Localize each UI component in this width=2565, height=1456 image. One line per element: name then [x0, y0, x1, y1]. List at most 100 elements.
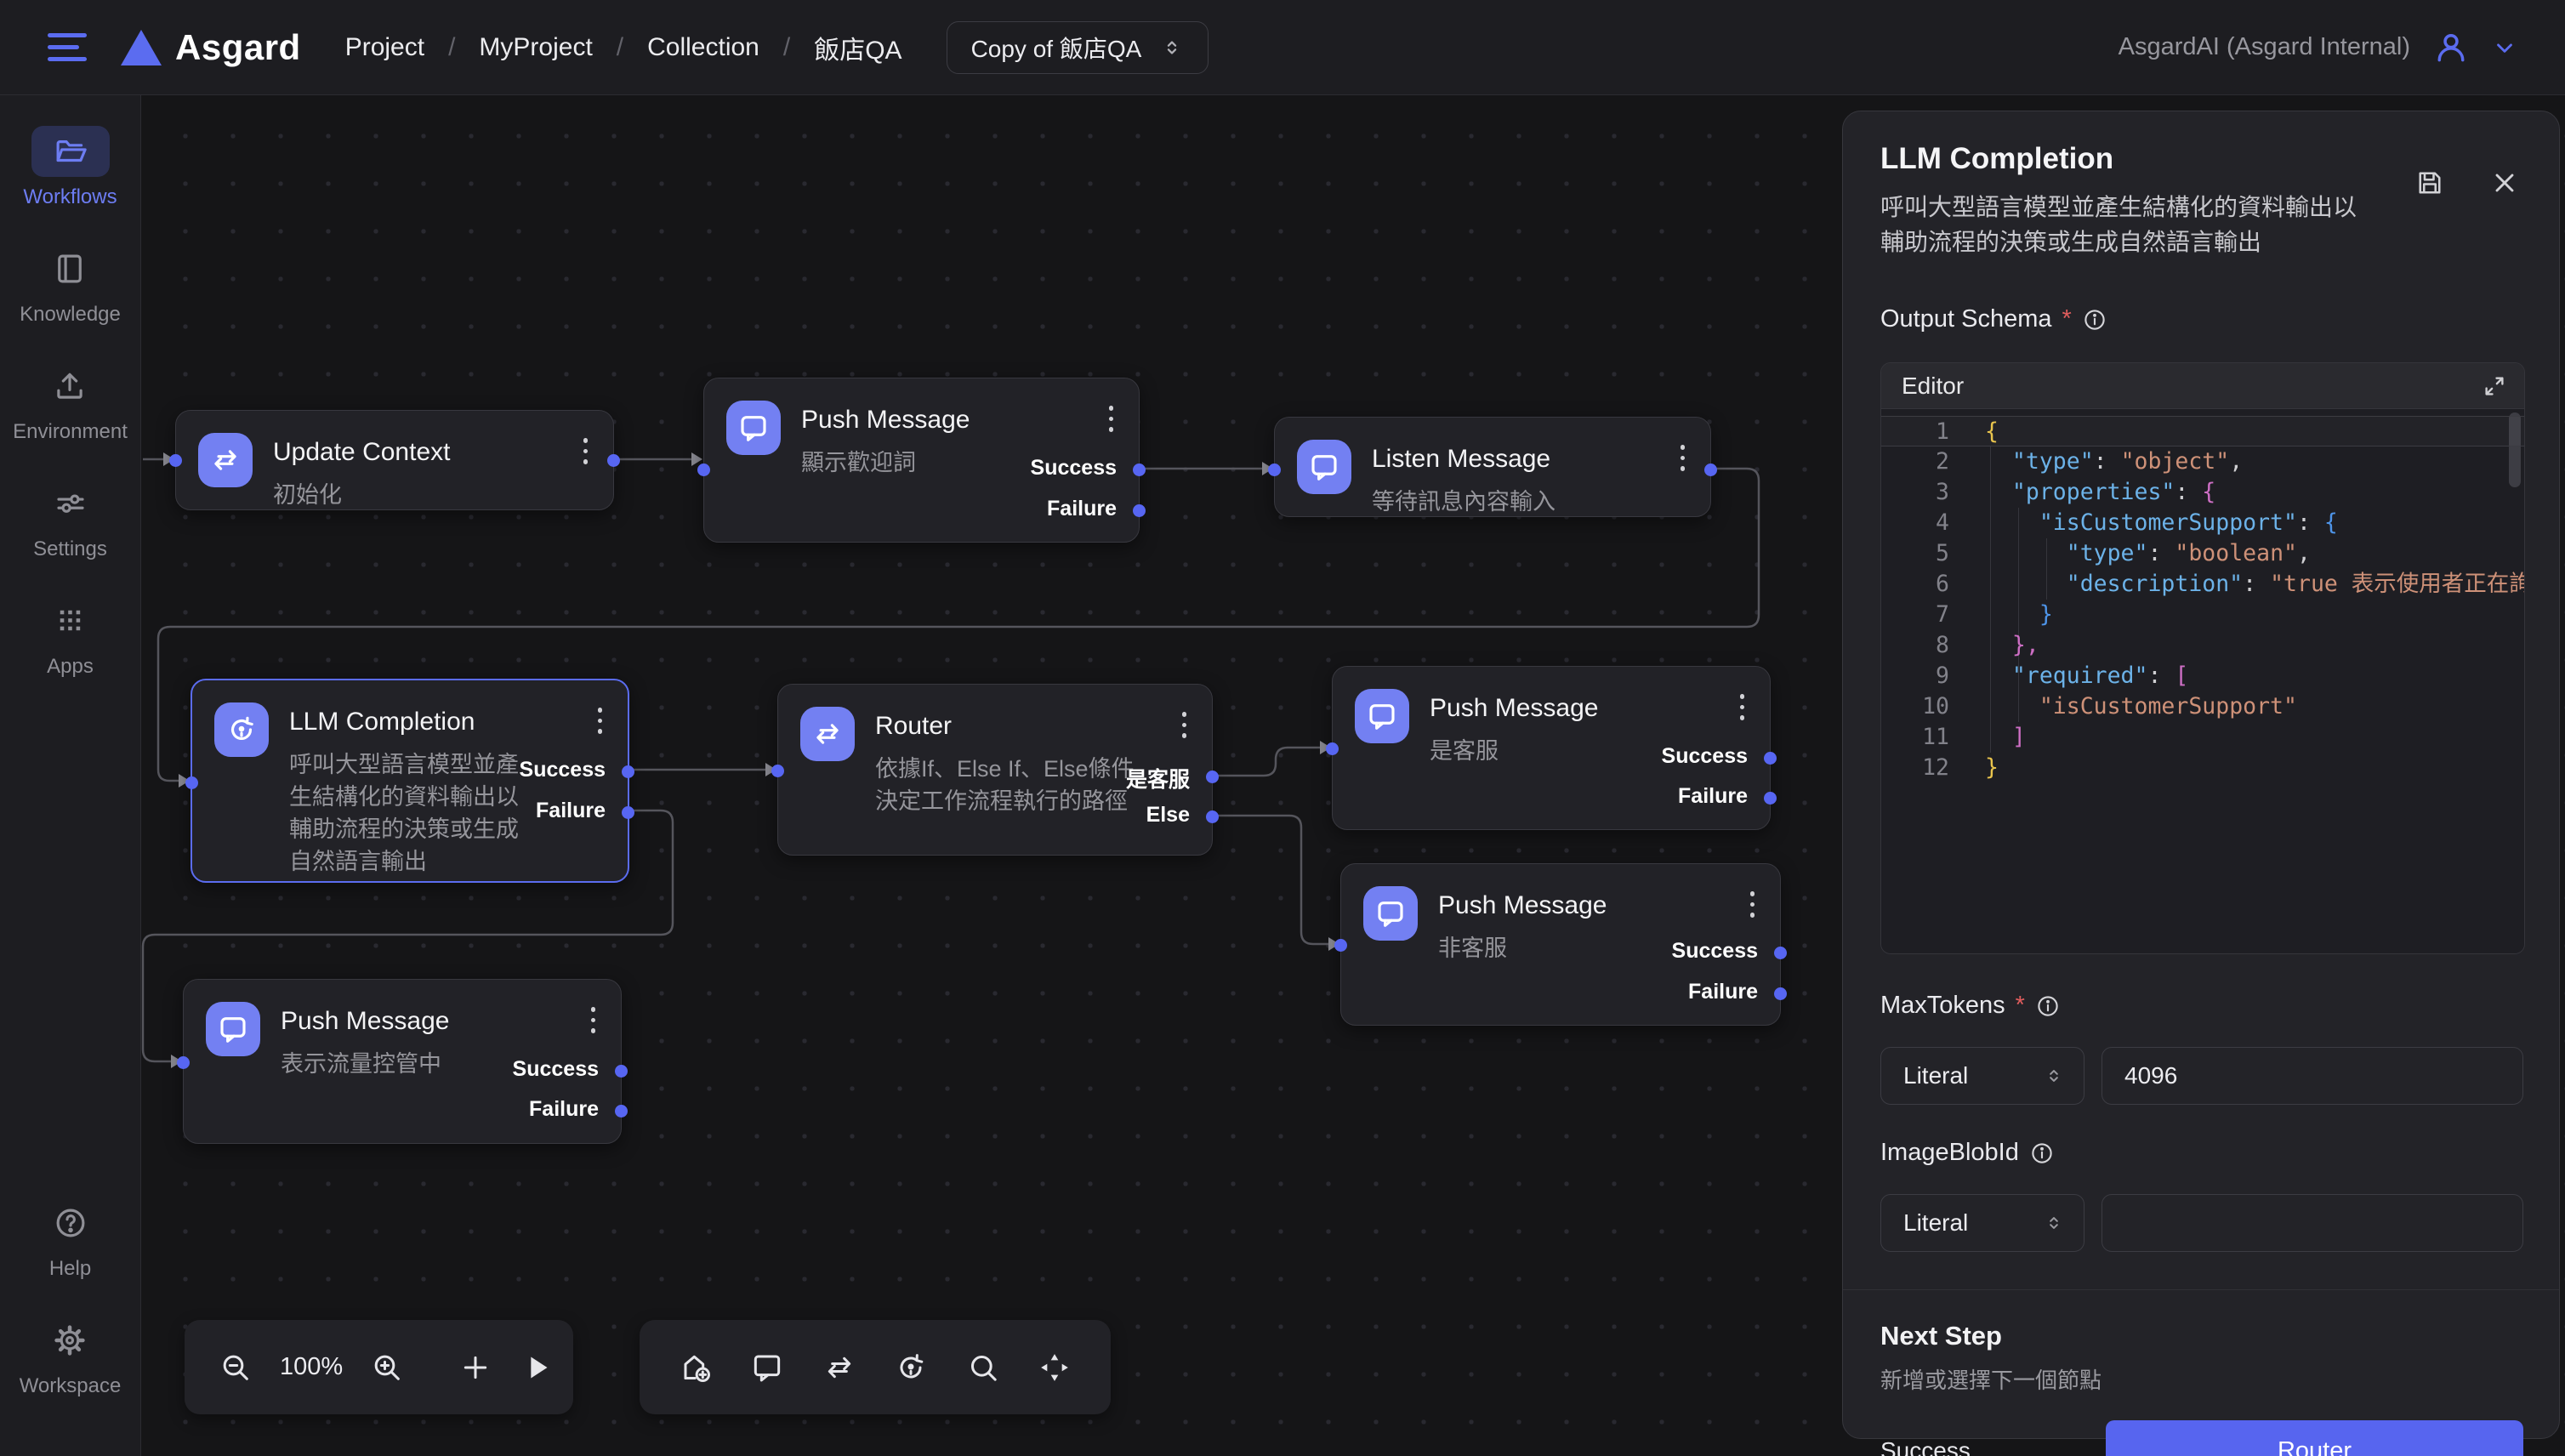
output-port-failure[interactable] [615, 1105, 628, 1118]
output-port-success[interactable] [1774, 947, 1787, 959]
input-port[interactable] [1334, 939, 1347, 952]
chevron-down-icon[interactable] [2492, 35, 2517, 60]
output-port-success[interactable] [1764, 752, 1777, 765]
save-icon[interactable] [2414, 168, 2445, 198]
output-port-success[interactable] [1133, 464, 1146, 476]
workflow-selector[interactable]: Copy of 飯店QA [947, 21, 1209, 74]
code-line-text: "type": "object", [1985, 446, 2243, 477]
sidebar-item-environment[interactable]: Environment [13, 361, 128, 444]
breadcrumb-item-project[interactable]: Project [345, 33, 424, 62]
run-button[interactable] [520, 1351, 554, 1385]
code-line-5: 5 "type": "boolean", [1881, 538, 2524, 569]
sidebar-item-knowledge[interactable]: Knowledge [20, 243, 121, 327]
line-number: 6 [1881, 569, 1958, 600]
workflow-node-update-context[interactable]: Update Context初始化 [175, 410, 614, 510]
sidebar-item-apps[interactable]: Apps [31, 595, 110, 679]
output-port[interactable] [607, 454, 620, 467]
workflow-node-push-welcome[interactable]: Push Message顯示歡迎詞SuccessFailure [703, 378, 1140, 543]
schema-editor[interactable]: Editor 1{2 "type": "object",3 "propertie… [1880, 362, 2525, 954]
input-port[interactable] [185, 776, 198, 789]
node-menu-icon[interactable] [1750, 891, 1755, 918]
input-port[interactable] [771, 765, 784, 777]
sidebar-item-workflows[interactable]: Workflows [23, 126, 117, 209]
output-port-failure[interactable] [1133, 504, 1146, 517]
line-number: 8 [1881, 630, 1958, 661]
info-icon[interactable] [2029, 1140, 2055, 1166]
menu-icon[interactable] [48, 33, 87, 61]
output-port-else[interactable] [1206, 810, 1219, 823]
node-menu-icon[interactable] [591, 1007, 596, 1033]
port-label: Failure [1678, 784, 1748, 809]
code-line-text: }, [1985, 630, 2039, 661]
required-asterisk: * [2016, 992, 2025, 1020]
account-area[interactable]: AsgardAI (Asgard Internal) [2119, 29, 2517, 66]
add-start-node-icon[interactable] [679, 1351, 713, 1385]
output-port-success[interactable] [622, 765, 634, 778]
zoom-out-button[interactable] [219, 1351, 253, 1385]
info-icon[interactable] [2035, 993, 2061, 1019]
expand-icon[interactable] [2482, 373, 2507, 399]
code-line-text: } [1985, 600, 2053, 630]
output-port-failure[interactable] [622, 806, 634, 819]
output-port[interactable] [1704, 464, 1717, 476]
input-port[interactable] [1268, 464, 1281, 476]
next-step-target-button-router[interactable]: Router [2106, 1420, 2523, 1456]
node-menu-icon[interactable] [583, 438, 589, 464]
node-menu-icon[interactable] [1182, 712, 1187, 738]
port-label: 是客服 [1126, 763, 1190, 793]
input-port[interactable] [697, 464, 710, 476]
output-port-failure[interactable] [1764, 792, 1777, 805]
workflow-node-llm-completion[interactable]: LLM Completion呼叫大型語言模型並產生結構化的資料輸出以輔助流程的決… [191, 679, 629, 883]
sidebar-item-help[interactable]: Help [31, 1197, 110, 1281]
sidebar-item-label: Workflows [23, 185, 117, 209]
image-blob-mode-select[interactable]: Literal [1880, 1194, 2084, 1252]
output-port-是客服[interactable] [1206, 771, 1219, 783]
breadcrumb-item-myproject[interactable]: MyProject [479, 33, 592, 62]
output-port-success[interactable] [615, 1065, 628, 1078]
breadcrumb-separator: / [617, 33, 623, 62]
grid-icon [31, 595, 110, 646]
sidebar-item-settings[interactable]: Settings [31, 478, 110, 561]
workflow-node-push-ratelimit[interactable]: Push Message表示流量控管中SuccessFailure [183, 979, 622, 1144]
node-menu-icon[interactable] [598, 708, 603, 734]
sidebar-item-label: Environment [13, 420, 128, 444]
output-port-failure[interactable] [1774, 987, 1787, 1000]
breadcrumb-separator: / [783, 33, 790, 62]
breadcrumb-item-飯店qa[interactable]: 飯店QA [814, 29, 901, 66]
max-tokens-mode-select[interactable]: Literal [1880, 1047, 2084, 1105]
zoom-toolbar: 100% [185, 1320, 573, 1414]
image-blob-id-label: ImageBlobId [1880, 1139, 2523, 1167]
node-menu-icon[interactable] [1740, 694, 1745, 720]
close-icon[interactable] [2489, 168, 2520, 198]
input-port[interactable] [1326, 742, 1339, 755]
input-port[interactable] [169, 454, 182, 467]
image-blob-input[interactable] [2101, 1194, 2523, 1252]
node-menu-icon[interactable] [1109, 406, 1114, 432]
port-label: Success [520, 758, 606, 782]
input-port[interactable] [177, 1056, 190, 1069]
code-line-4: 4 "isCustomerSupport": { [1881, 508, 2524, 538]
llm-node-icon[interactable] [894, 1351, 928, 1385]
code-line-text: "properties": { [1985, 477, 2215, 508]
add-button[interactable] [458, 1351, 492, 1385]
code-line-1: 1{ [1881, 416, 2524, 446]
panel-actions [2414, 168, 2520, 198]
code-line-text: "isCustomerSupport": { [1985, 508, 2338, 538]
node-menu-icon[interactable] [1681, 445, 1686, 471]
breadcrumb-item-collection[interactable]: Collection [647, 33, 759, 62]
move-icon[interactable] [1038, 1351, 1072, 1385]
swap-node-icon[interactable] [822, 1351, 856, 1385]
node-title: Update Context [273, 438, 450, 467]
workflow-node-router[interactable]: Router依據If、Else If、Else條件決定工作流程執行的路徑是客服E… [777, 684, 1213, 856]
workflow-node-listen-message[interactable]: Listen Message等待訊息內容輸入 [1274, 417, 1711, 517]
workflow-node-push-cs[interactable]: Push Message是客服SuccessFailure [1332, 666, 1771, 830]
message-node-icon[interactable] [750, 1351, 784, 1385]
max-tokens-input[interactable]: 4096 [2101, 1047, 2523, 1105]
search-icon[interactable] [966, 1351, 1000, 1385]
sidebar-item-workspace[interactable]: Workspace [20, 1315, 122, 1398]
zoom-in-button[interactable] [370, 1351, 404, 1385]
code-editor-area[interactable]: 1{2 "type": "object",3 "properties": {4 … [1881, 409, 2524, 954]
user-icon[interactable] [2432, 29, 2470, 66]
info-icon[interactable] [2082, 307, 2107, 333]
workflow-node-push-noncs[interactable]: Push Message非客服SuccessFailure [1340, 863, 1781, 1026]
